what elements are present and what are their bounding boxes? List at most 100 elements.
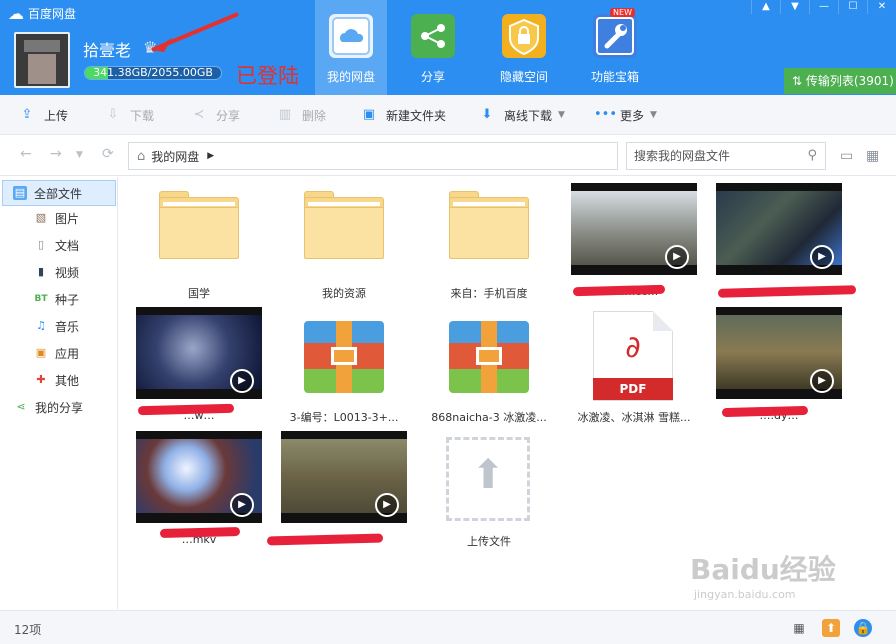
play-icon[interactable]: ▶: [810, 369, 834, 393]
other-icon: ✚: [36, 373, 46, 386]
maximize-icon[interactable]: ☐: [838, 0, 867, 14]
dropdown-menu-icon[interactable]: ▼: [780, 0, 809, 14]
lock-status-icon[interactable]: 🔒: [854, 619, 872, 637]
video-item[interactable]: ▶ ….dy…: [714, 307, 844, 431]
download-button[interactable]: ⇩ 下载: [104, 95, 154, 135]
upload-icon: ⇪: [21, 107, 33, 122]
apps-grid-icon[interactable]: ▦: [790, 619, 808, 637]
nav-label: 分享: [420, 70, 445, 84]
breadcrumb-root[interactable]: 我的网盘: [151, 148, 199, 165]
more-button[interactable]: ••• 更多 ▼: [594, 95, 657, 135]
zip-item[interactable]: 3-编号：L0013-3+...: [279, 307, 409, 431]
sidebar-item-label: 其他: [55, 373, 80, 388]
sidebar-item-images[interactable]: ▧ 图片: [0, 205, 118, 231]
forward-arrow-icon[interactable]: →: [50, 146, 62, 162]
search-placeholder: 搜索我的网盘文件: [634, 149, 731, 163]
offline-download-button[interactable]: ⬇ 离线下载 ▼: [478, 95, 565, 135]
nav-hidden-space[interactable]: 隐藏空间: [488, 0, 560, 95]
play-icon[interactable]: ▶: [665, 245, 689, 269]
file-name: 国学: [188, 287, 210, 300]
delete-button[interactable]: ▥ 删除: [276, 95, 326, 135]
upload-button[interactable]: ⇪ 上传: [18, 95, 68, 135]
video-item[interactable]: ▶ …w…: [134, 307, 264, 431]
wrench-icon: NEW: [593, 8, 637, 58]
video-thumbnail: ▶: [136, 307, 262, 399]
annotation-arrow-icon: [151, 12, 239, 52]
breadcrumb[interactable]: ⌂ 我的网盘 ▶: [128, 142, 618, 170]
sidebar-item-all-files[interactable]: ▤ 全部文件: [2, 180, 116, 206]
delete-label: 删除: [302, 108, 327, 123]
video-item[interactable]: ▶ …….cc…: [569, 183, 699, 307]
video-item[interactable]: ▶: [714, 183, 857, 307]
close-icon[interactable]: ✕: [867, 0, 896, 14]
nav-my-netdisk[interactable]: 我的网盘: [315, 0, 387, 95]
share-button[interactable]: ≺ 分享: [190, 95, 240, 135]
app-icon: ▣: [35, 346, 47, 359]
search-icon[interactable]: ⚲: [807, 143, 817, 169]
minimize-icon[interactable]: —: [809, 0, 838, 14]
play-icon[interactable]: ▶: [375, 493, 399, 517]
chevron-right-icon[interactable]: ▶: [207, 151, 214, 161]
storage-quota-text: 341.38GB/2055.00GB: [93, 66, 213, 79]
sidebar-item-label: 应用: [55, 346, 80, 361]
sidebar-item-my-shares[interactable]: ⋖ 我的分享: [0, 394, 118, 420]
pdf-item[interactable]: ∂ PDF 冰激凌、冰淇淋 雪糕...: [569, 307, 699, 431]
list-view-icon[interactable]: ▭: [840, 148, 853, 164]
file-name: 上传文件: [467, 535, 511, 548]
folder-item[interactable]: 我的资源: [279, 183, 409, 307]
app-title: 百度网盘: [28, 7, 77, 21]
upload-status-icon[interactable]: ⬆: [822, 619, 840, 637]
sidebar-item-other[interactable]: ✚ 其他: [0, 367, 118, 393]
refresh-icon[interactable]: ⟳: [102, 146, 114, 162]
item-count: 12项: [14, 623, 42, 637]
back-arrow-icon[interactable]: ←: [20, 146, 32, 162]
username[interactable]: 拾壹老: [83, 37, 131, 61]
folder-icon: [279, 183, 409, 279]
avatar[interactable]: [14, 32, 70, 88]
all-files-icon: ▤: [13, 186, 27, 200]
nav-label: 功能宝箱: [590, 70, 639, 84]
sidebar-item-label: 种子: [55, 292, 80, 307]
sidebar-item-apps[interactable]: ▣ 应用: [0, 340, 118, 366]
video-item[interactable]: ▶ …mkv: [134, 431, 264, 555]
new-folder-button[interactable]: ▣ 新建文件夹: [360, 95, 446, 135]
play-icon[interactable]: ▶: [810, 245, 834, 269]
sidebar-item-label: 文档: [55, 238, 80, 253]
storage-quota-bar: 341.38GB/2055.00GB: [84, 66, 222, 80]
share-label: 分享: [216, 108, 241, 123]
transfer-icon: ⇅: [792, 74, 806, 88]
video-icon: ▮: [37, 265, 45, 278]
file-name: 3-编号：L0013-3+...: [289, 411, 399, 424]
sidebar-item-videos[interactable]: ▮ 视频: [0, 259, 118, 285]
history-dropdown-icon[interactable]: ▼: [76, 150, 83, 160]
play-icon[interactable]: ▶: [230, 369, 254, 393]
file-name: 冰激凌、冰淇淋 雪糕...: [577, 411, 691, 424]
search-input[interactable]: 搜索我的网盘文件 ⚲: [626, 142, 826, 170]
nav-toolbox[interactable]: NEW 功能宝箱: [579, 0, 651, 95]
more-icon: •••: [594, 107, 618, 122]
folder-item[interactable]: 国学: [134, 183, 264, 307]
sidebar-item-torrents[interactable]: BT 种子: [0, 286, 118, 312]
video-thumbnail: ▶: [136, 431, 262, 523]
zip-item[interactable]: 868naicha-3 冰激凌...: [424, 307, 554, 431]
nav-label: 我的网盘: [326, 70, 375, 84]
app-logo: ☁ 百度网盘: [8, 4, 76, 23]
sidebar-item-documents[interactable]: ▯ 文档: [0, 232, 118, 258]
play-icon[interactable]: ▶: [230, 493, 254, 517]
video-thumbnail: ▶: [716, 183, 842, 275]
video-item[interactable]: ▶ ….d...: [266, 431, 409, 555]
watermark-url: jingyan.baidu.com: [694, 588, 796, 601]
share-icon: ⋖: [16, 400, 26, 413]
nav-share[interactable]: 分享: [397, 0, 469, 95]
file-grid: 国学 我的资源 来自：手机百度 ▶ …….cc… ▶ ▶ …w…: [118, 177, 896, 609]
folder-item[interactable]: 来自：手机百度: [424, 183, 554, 307]
document-icon: ▯: [37, 238, 45, 251]
grid-view-icon[interactable]: ▦: [866, 148, 879, 164]
sidebar-item-label: 视频: [55, 265, 80, 280]
home-icon[interactable]: ⌂: [137, 149, 145, 164]
sidebar-item-music[interactable]: ♫ 音乐: [0, 313, 118, 339]
upload-file-tile[interactable]: ⬆ 上传文件: [424, 431, 554, 555]
notification-icon[interactable]: ▲: [751, 0, 780, 14]
transfer-list-button[interactable]: ⇅ 传输列表(3901): [784, 68, 896, 94]
archive-icon: [424, 307, 554, 403]
